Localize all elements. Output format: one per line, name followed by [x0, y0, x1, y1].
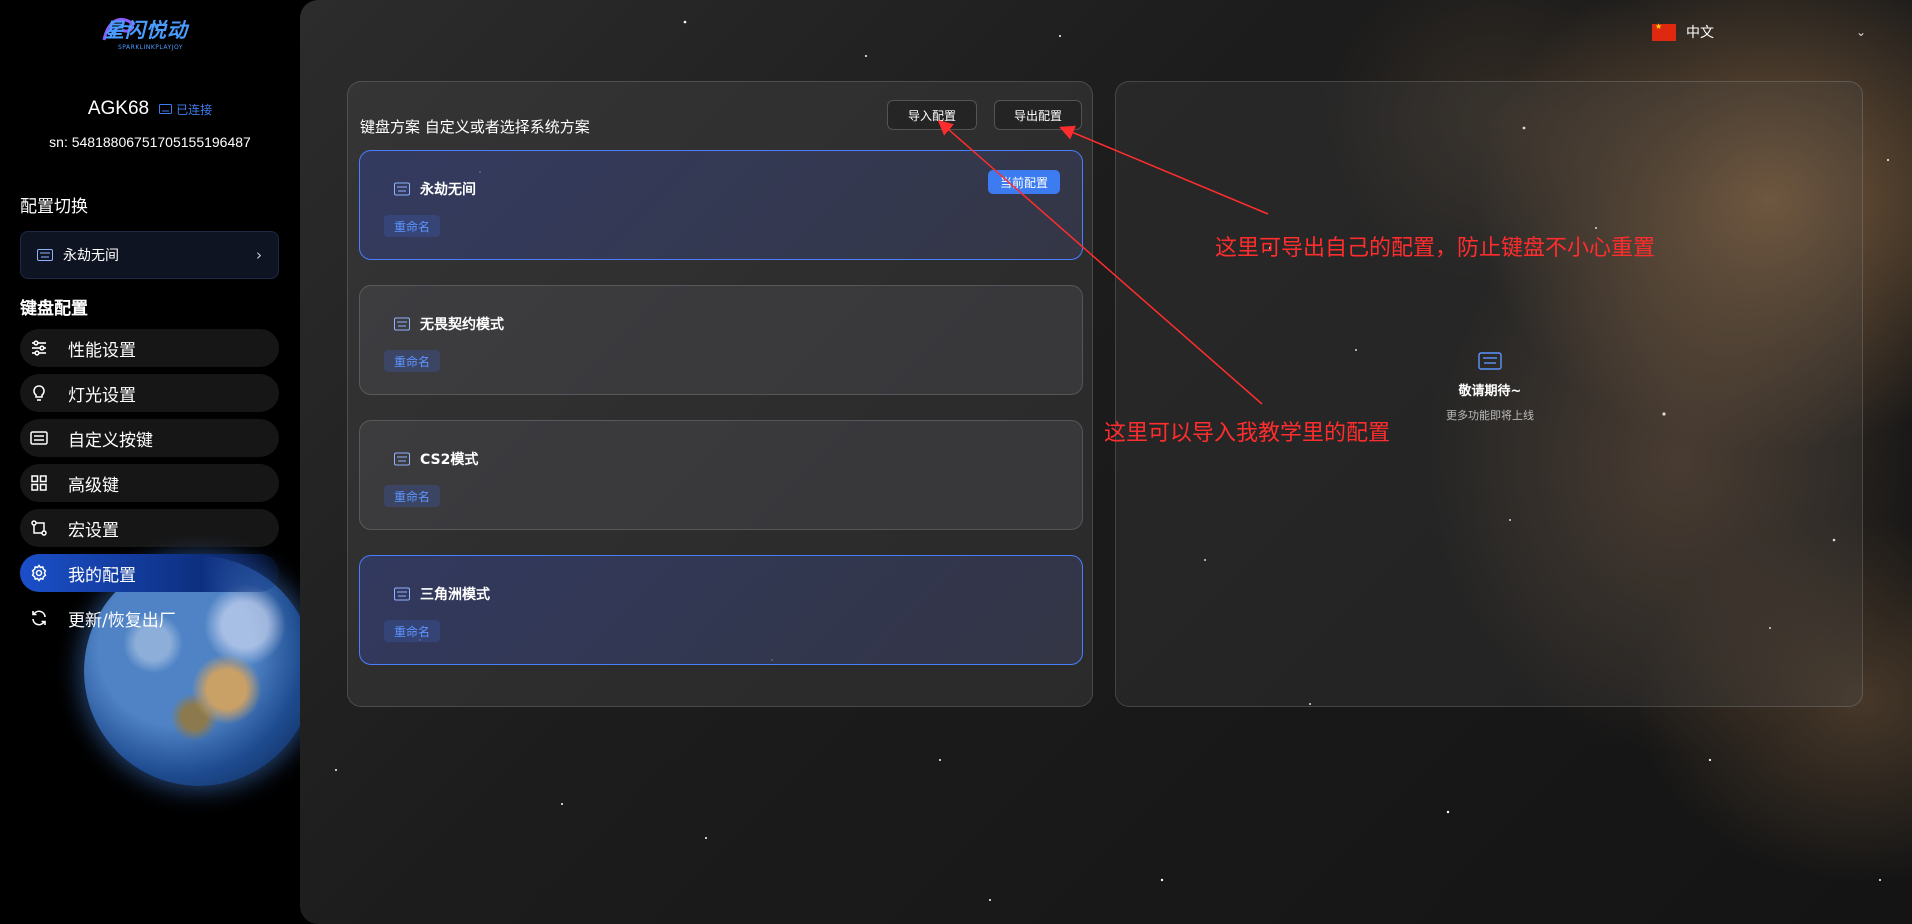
- macro-icon: [31, 520, 47, 536]
- profile-card[interactable]: CS2模式 重命名: [359, 420, 1083, 530]
- config-switch-title: 配置切换: [20, 197, 88, 217]
- sidebar-item-macro[interactable]: 宏设置: [20, 509, 279, 547]
- profile-name: 三角洲模式: [420, 587, 490, 603]
- profile-card[interactable]: 永劫无间 当前配置 重命名: [359, 150, 1083, 260]
- sidebar-item-label: 自定义按键: [68, 430, 153, 451]
- gear-icon: [31, 564, 47, 582]
- profile-switch-button[interactable]: 永劫无间 ›: [20, 231, 279, 279]
- chevron-right-icon: ›: [256, 246, 262, 264]
- sidebar-item-label: 更新/恢复出厂: [68, 610, 176, 631]
- sidebar-item-label: 性能设置: [68, 340, 136, 361]
- serial-number: sn: 548188067517051551964​87: [49, 134, 251, 150]
- rename-button[interactable]: 重命名: [384, 485, 441, 507]
- current-config-badge: 当前配置: [987, 170, 1060, 194]
- sidebar-item-label: 灯光设置: [68, 385, 136, 406]
- rename-button[interactable]: 重命名: [384, 350, 441, 372]
- profile-name: CS2模式: [420, 452, 479, 468]
- brand-logo: 星闪悦动 SPARKLINKPLAYJOY: [100, 14, 200, 64]
- sidebar-item-custom-keys[interactable]: 自定义按键: [20, 419, 279, 457]
- import-annotation: 这里可以导入我教学里的配置: [1104, 421, 1391, 446]
- keyboard-icon: [394, 317, 410, 331]
- device-row: AGK68 已连接: [0, 98, 300, 120]
- import-config-button[interactable]: 导入配置: [887, 100, 977, 130]
- coming-soon-block: 敬请期待~ 更多功能即将上线: [1116, 352, 1864, 423]
- keyboard-config-title: 键盘配置: [20, 299, 88, 319]
- keyboard-icon: [159, 104, 173, 114]
- connection-status: 已连接: [159, 101, 212, 118]
- sidebar-item-performance[interactable]: 性能设置: [20, 329, 279, 367]
- sidebar-item-my-config[interactable]: 我的配置: [20, 554, 279, 592]
- logo-text: 星闪悦动: [104, 18, 188, 42]
- profile-name: 永劫无间: [420, 182, 476, 198]
- current-profile-label: 永劫无间: [63, 248, 119, 264]
- profile-card-title: 无畏契约模式: [394, 314, 504, 334]
- logo-subtext: SPARKLINKPLAYJOY: [118, 44, 184, 51]
- export-config-button[interactable]: 导出配置: [994, 100, 1082, 130]
- profiles-heading: 键盘方案 自定义或者选择系统方案: [360, 118, 590, 136]
- profile-card-title: 三角洲模式: [394, 584, 490, 604]
- keyboard-icon: [394, 182, 410, 196]
- grid-icon: [31, 475, 47, 491]
- bulb-icon: [33, 385, 45, 401]
- profile-card[interactable]: 三角洲模式 重命名: [359, 555, 1083, 665]
- sidebar-item-label: 我的配置: [68, 565, 136, 586]
- keyboard-icon: [394, 452, 410, 466]
- main-area: 中文 ⌄ 键盘方案 自定义或者选择系统方案 导入配置 导出配置 永劫无间 当前配…: [300, 0, 1912, 924]
- refresh-icon: [32, 610, 46, 626]
- sidebar-item-lighting[interactable]: 灯光设置: [20, 374, 279, 412]
- profile-name: 无畏契约模式: [420, 317, 504, 333]
- chevron-down-icon: ⌄: [1855, 25, 1866, 39]
- profile-card-title: 永劫无间: [394, 179, 476, 199]
- connection-status-label: 已连接: [176, 102, 213, 117]
- profile-card[interactable]: 无畏契约模式 重命名: [359, 285, 1083, 395]
- sidebar-item-advanced-keys[interactable]: 高级键: [20, 464, 279, 502]
- profiles-panel: 键盘方案 自定义或者选择系统方案 导入配置 导出配置 永劫无间 当前配置 重命名…: [347, 81, 1093, 707]
- language-selector[interactable]: 中文 ⌄: [1652, 20, 1866, 44]
- keyboard-icon: [30, 431, 48, 445]
- sliders-icon: [32, 340, 46, 356]
- keyboard-icon: [37, 249, 53, 261]
- sidebar-item-label: 宏设置: [68, 520, 119, 541]
- coming-soon-title: 敬请期待~: [1458, 384, 1522, 399]
- keyboard-icon: [394, 587, 410, 601]
- sidebar-item-label: 高级键: [68, 475, 119, 496]
- language-label: 中文: [1686, 25, 1714, 41]
- device-name: AGK68: [87, 98, 150, 119]
- keyboard-icon: [1478, 352, 1502, 370]
- china-flag-icon: [1652, 22, 1676, 41]
- sidebar-item-update-reset[interactable]: 更新/恢复出厂: [20, 599, 279, 637]
- export-annotation: 这里可导出自己的配置，防止键盘不小心重置: [1215, 236, 1656, 261]
- sidebar-nav: 性能设置 灯光设置 自定义按键 高级键 宏设置 我的配置 更新/恢复出厂: [20, 329, 279, 644]
- sidebar: 星闪悦动 SPARKLINKPLAYJOY AGK68 已连接 sn: 5481…: [0, 0, 300, 924]
- coming-soon-panel: 敬请期待~ 更多功能即将上线: [1115, 81, 1863, 707]
- profile-card-title: CS2模式: [394, 449, 478, 469]
- rename-button[interactable]: 重命名: [384, 620, 441, 642]
- rename-button[interactable]: 重命名: [384, 215, 441, 237]
